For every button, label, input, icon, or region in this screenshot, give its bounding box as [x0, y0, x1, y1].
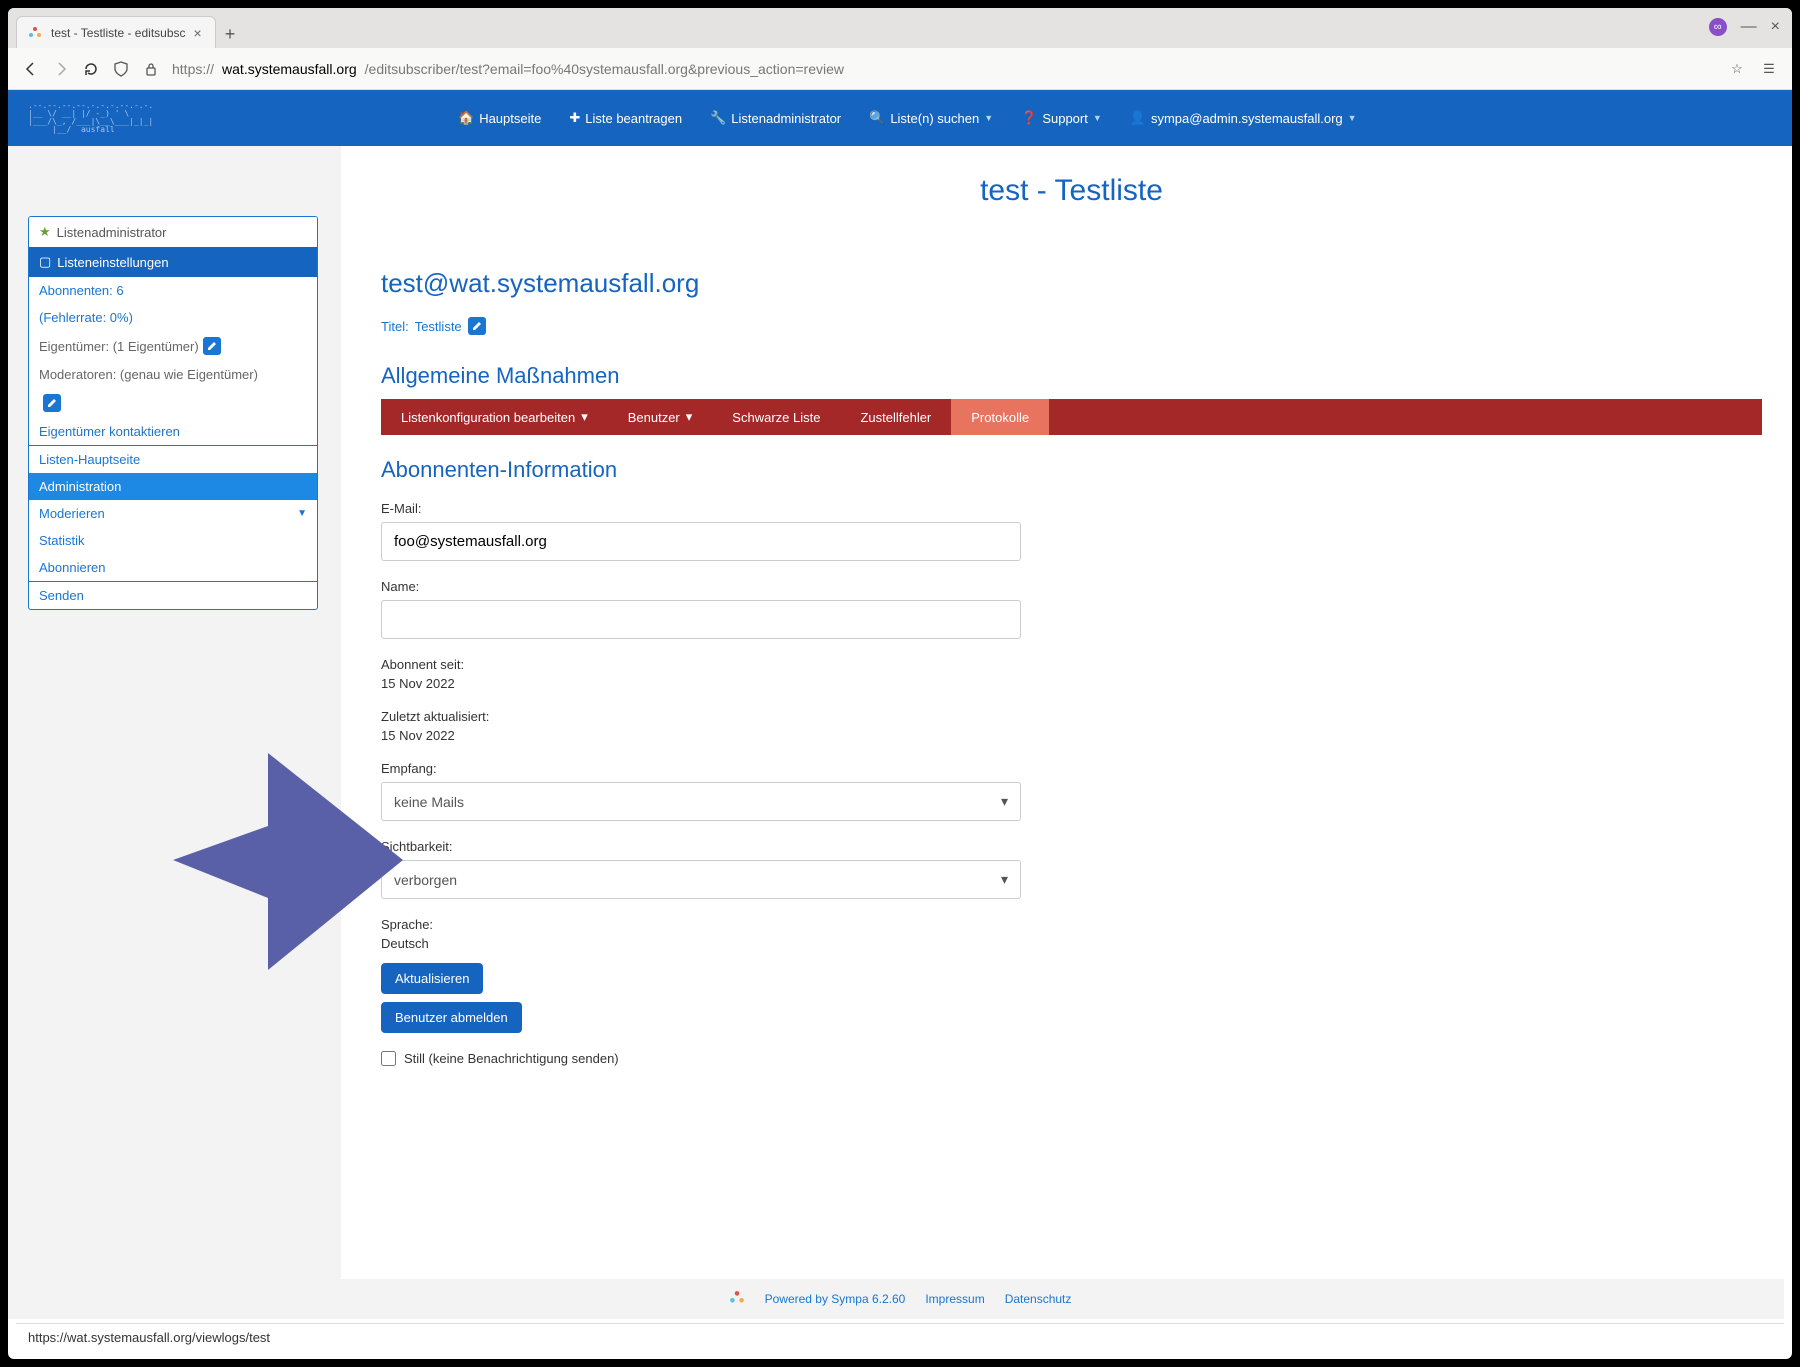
name-field[interactable] — [381, 600, 1021, 639]
sidebar-list-home[interactable]: Listen-Hauptseite — [29, 446, 317, 473]
shield-icon[interactable] — [112, 60, 130, 78]
admin-tabs: Listenkonfiguration bearbeiten▾ Benutzer… — [381, 399, 1762, 435]
language-value: Deutsch — [381, 936, 1021, 951]
sympa-favicon — [27, 25, 43, 41]
main-content: test - Testliste test@wat.systemausfall.… — [341, 146, 1792, 1319]
sidebar-moderators: Moderatoren: (genau wie Eigentümer) — [29, 361, 317, 388]
wrench-icon: 🔧 — [710, 110, 726, 126]
update-button[interactable]: Aktualisieren — [381, 963, 483, 994]
close-window-button[interactable]: × — [1771, 18, 1780, 36]
general-heading: Allgemeine Maßnahmen — [381, 363, 1762, 389]
chevron-down-icon: ▾ — [1001, 793, 1008, 810]
browser-tab-strip: test - Testliste - editsubsc × + ∞ — × — [8, 8, 1792, 48]
reception-select[interactable]: keine Mails▾ — [381, 782, 1021, 821]
reload-button[interactable] — [82, 60, 100, 78]
nav-list-admin[interactable]: 🔧Listenadministrator — [710, 110, 841, 126]
sidebar: ★Listenadministrator ▢Listeneinstellunge… — [8, 146, 341, 1319]
sidebar-subscribe[interactable]: Abonnieren — [29, 554, 317, 581]
edit-icon[interactable] — [468, 317, 486, 335]
site-logo[interactable]: .--.--.--.--.-.-.-.--.-.-. |__ \/ __| |/… — [28, 102, 458, 134]
nav-search-lists[interactable]: 🔍Liste(n) suchen▼ — [869, 110, 993, 126]
chevron-down-icon: ▾ — [1001, 871, 1008, 888]
window-icon: ▢ — [39, 254, 51, 270]
help-icon: ❓ — [1021, 110, 1037, 126]
chevron-down-icon: ▼ — [297, 508, 307, 519]
sidebar-admin-header: ★Listenadministrator — [29, 217, 317, 247]
email-field[interactable] — [381, 522, 1021, 561]
edit-icon[interactable] — [203, 337, 221, 355]
sidebar-error-rate[interactable]: (Fehlerrate: 0%) — [29, 304, 317, 331]
powered-by[interactable]: Powered by Sympa 6.2.60 — [765, 1292, 906, 1306]
sidebar-edit-mod[interactable] — [29, 388, 317, 418]
list-title-row: Titel: Testliste — [381, 317, 1762, 335]
sidebar-owners: Eigentümer: (1 Eigentümer) — [29, 331, 317, 361]
sidebar-statistics[interactable]: Statistik — [29, 527, 317, 554]
sidebar-settings-header[interactable]: ▢Listeneinstellungen — [29, 247, 317, 277]
sidebar-contact-owner[interactable]: Eigentümer kontaktieren — [29, 418, 317, 445]
tab-users[interactable]: Benutzer▾ — [608, 399, 713, 435]
sidebar-administration[interactable]: Administration — [29, 473, 317, 500]
edit-icon[interactable] — [43, 394, 61, 412]
nav-home[interactable]: 🏠Hauptseite — [458, 110, 541, 126]
new-tab-button[interactable]: + — [216, 20, 244, 48]
footer-impressum[interactable]: Impressum — [925, 1292, 984, 1306]
star-icon: ★ — [39, 224, 51, 240]
since-label: Abonnent seit: — [381, 657, 1021, 672]
plus-icon: ✚ — [569, 110, 580, 126]
browser-status-bar: https://wat.systemausfall.org/viewlogs/t… — [16, 1323, 1784, 1351]
search-icon: 🔍 — [869, 110, 885, 126]
tab-bounces[interactable]: Zustellfehler — [840, 399, 951, 435]
chevron-down-icon: ▾ — [686, 409, 693, 425]
nav-support[interactable]: ❓Support▼ — [1021, 110, 1102, 126]
sympa-favicon — [729, 1290, 745, 1309]
page-title: test - Testliste — [381, 146, 1762, 228]
forward-button[interactable] — [52, 60, 70, 78]
since-value: 15 Nov 2022 — [381, 676, 1021, 691]
tab-blacklist[interactable]: Schwarze Liste — [712, 399, 840, 435]
sidebar-subscribers[interactable]: Abonnenten: 6 — [29, 277, 317, 304]
chevron-down-icon: ▾ — [581, 409, 588, 425]
tab-title: test - Testliste - editsubsc — [51, 26, 186, 40]
address-bar: https://wat.systemausfall.org/editsubscr… — [8, 48, 1792, 90]
visibility-label: Sichtbarkeit: — [381, 839, 1021, 854]
updated-label: Zuletzt aktualisiert: — [381, 709, 1021, 724]
visibility-select[interactable]: verborgen▾ — [381, 860, 1021, 899]
reception-label: Empfang: — [381, 761, 1021, 776]
tab-logs[interactable]: Protokolle — [951, 399, 1049, 435]
lock-icon[interactable] — [142, 60, 160, 78]
updated-value: 15 Nov 2022 — [381, 728, 1021, 743]
list-address: test@wat.systemausfall.org — [381, 268, 1762, 299]
email-label: E-Mail: — [381, 501, 1021, 516]
nav-user-menu[interactable]: 👤sympa@admin.systemausfall.org▼ — [1130, 110, 1357, 126]
browser-tab[interactable]: test - Testliste - editsubsc × — [16, 16, 216, 48]
menu-icon[interactable]: ☰ — [1760, 60, 1778, 78]
site-navbar: .--.--.--.--.-.-.-.--.-.-. |__ \/ __| |/… — [8, 90, 1792, 146]
url-field[interactable]: https://wat.systemausfall.org/editsubscr… — [172, 61, 1716, 77]
language-label: Sprache: — [381, 917, 1021, 932]
user-icon: 👤 — [1130, 110, 1146, 126]
chevron-down-icon: ▼ — [1348, 113, 1357, 123]
tab-list-config[interactable]: Listenkonfiguration bearbeiten▾ — [381, 399, 608, 435]
chevron-down-icon: ▼ — [984, 113, 993, 123]
sidebar-send[interactable]: Senden — [29, 582, 317, 609]
chevron-down-icon: ▼ — [1093, 113, 1102, 123]
remove-user-button[interactable]: Benutzer abmelden — [381, 1002, 522, 1033]
close-icon[interactable]: × — [194, 25, 202, 41]
name-label: Name: — [381, 579, 1021, 594]
back-button[interactable] — [22, 60, 40, 78]
home-icon: 🏠 — [458, 110, 474, 126]
quiet-checkbox[interactable] — [381, 1051, 396, 1066]
minimize-button[interactable]: — — [1741, 18, 1757, 36]
sidebar-moderate[interactable]: Moderieren▼ — [29, 500, 317, 527]
footer-datenschutz[interactable]: Datenschutz — [1005, 1292, 1072, 1306]
nav-request-list[interactable]: ✚Liste beantragen — [569, 110, 682, 126]
quiet-label: Still (keine Benachrichtigung senden) — [404, 1051, 619, 1066]
page-footer: Powered by Sympa 6.2.60 Impressum Datens… — [16, 1279, 1784, 1319]
bookmark-icon[interactable]: ☆ — [1728, 60, 1746, 78]
subscriber-info-heading: Abonnenten-Information — [381, 457, 1762, 483]
extension-icon[interactable]: ∞ — [1709, 18, 1727, 36]
